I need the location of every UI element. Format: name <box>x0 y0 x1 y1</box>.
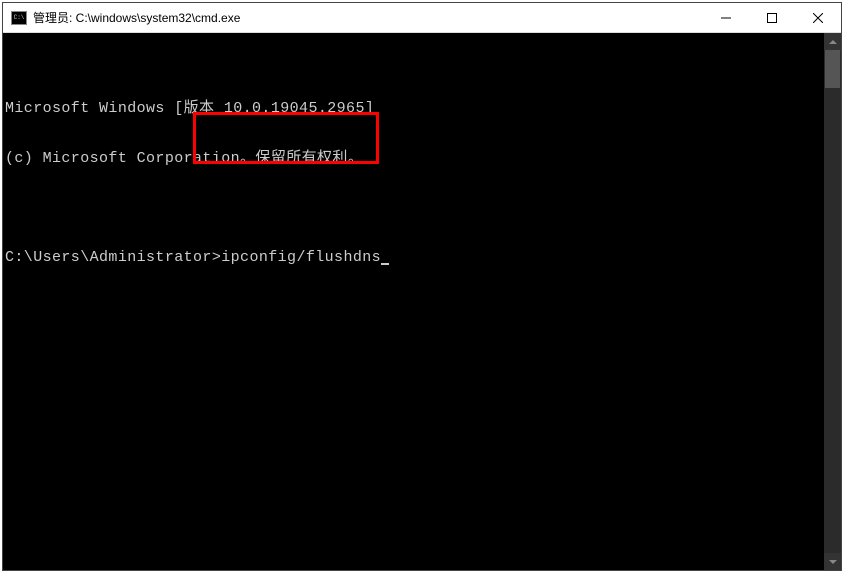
terminal-content: Microsoft Windows [版本 10.0.19045.2965] (… <box>5 68 841 316</box>
minimize-button[interactable] <box>703 3 749 33</box>
output-line-1: Microsoft Windows [版本 10.0.19045.2965] <box>5 101 841 118</box>
prompt-text: C:\Users\Administrator> <box>5 249 221 266</box>
window-controls <box>703 3 841 32</box>
scrollbar[interactable] <box>824 33 841 570</box>
scroll-down-button[interactable] <box>824 553 841 570</box>
close-button[interactable] <box>795 3 841 33</box>
maximize-button[interactable] <box>749 3 795 33</box>
cmd-icon: C:\ <box>11 11 27 25</box>
command-text: ipconfig/flushdns <box>221 249 381 266</box>
terminal-area[interactable]: Microsoft Windows [版本 10.0.19045.2965] (… <box>3 33 841 570</box>
blank-line <box>5 200 841 217</box>
scroll-thumb[interactable] <box>825 50 840 88</box>
cursor <box>381 263 389 265</box>
output-line-2: (c) Microsoft Corporation。保留所有权利。 <box>5 151 841 168</box>
prompt-line: C:\Users\Administrator>ipconfig/flushdns <box>5 250 841 267</box>
window-title: 管理员: C:\windows\system32\cmd.exe <box>33 9 703 26</box>
cmd-window: C:\ 管理员: C:\windows\system32\cmd.exe Mic… <box>2 2 842 571</box>
scroll-up-button[interactable] <box>824 33 841 50</box>
titlebar[interactable]: C:\ 管理员: C:\windows\system32\cmd.exe <box>3 3 841 33</box>
